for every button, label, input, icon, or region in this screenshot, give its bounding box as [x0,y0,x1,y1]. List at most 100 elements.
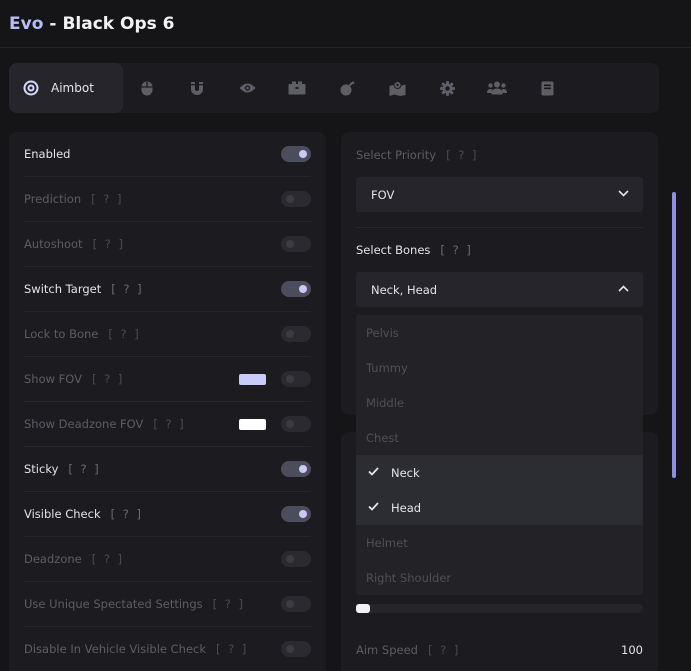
help-hint[interactable]: [ ? ] [428,643,460,657]
deadzone-toggle[interactable] [281,551,311,567]
tab-aimbot-label: Aimbot [51,81,94,95]
bone-option[interactable]: Tummy [356,350,643,385]
help-hint[interactable]: [ ? ] [91,192,123,206]
show-fov-toggle[interactable] [281,371,311,387]
setting-row-visible-check: Visible Check[ ? ] [24,492,311,537]
show-deadzone-fov-toggle[interactable] [281,416,311,432]
setting-row-show-deadzone-fov: Show Deadzone FOV[ ? ] [24,402,311,447]
bone-option[interactable]: Pelvis [356,315,643,350]
game-title: Black Ops 6 [62,14,175,34]
tab-explosives[interactable] [335,63,359,113]
help-hint[interactable]: [ ? ] [108,327,140,341]
help-hint[interactable]: [ ? ] [213,597,245,611]
aim-speed-label: Aim Speed[ ? ] [356,643,461,657]
setting-label: Enabled [24,147,71,161]
setting-label: Use Unique Spectated Settings[ ? ] [24,597,246,611]
check-icon [368,502,379,511]
setting-label: Deadzone[ ? ] [24,552,125,566]
help-hint[interactable]: [ ? ] [111,282,143,296]
setting-row-prediction: Prediction[ ? ] [24,177,311,222]
title-bar: Evo - Black Ops 6 [0,0,691,48]
eye-icon [239,83,255,93]
brand-name: Evo [9,14,44,34]
help-hint[interactable]: [ ? ] [111,507,143,521]
bones-value: Neck, Head [371,283,438,297]
tab-aimbot[interactable]: Aimbot [9,63,123,113]
bone-option-selected[interactable]: Neck [356,455,643,490]
setting-row-lock-to-bone: Lock to Bone[ ? ] [24,312,311,357]
help-hint[interactable]: [ ? ] [446,148,478,162]
slider-thumb[interactable] [356,604,370,613]
autoshoot-toggle[interactable] [281,236,311,252]
target-icon [23,80,39,96]
vehicle-visible-check-toggle[interactable] [281,641,311,657]
users-icon [487,81,507,95]
tab-radar[interactable] [385,63,409,113]
setting-label: Show Deadzone FOV[ ? ] [24,417,186,431]
help-hint[interactable]: [ ? ] [68,462,100,476]
setting-row-unique-spectated: Use Unique Spectated Settings[ ? ] [24,582,311,627]
help-hint[interactable]: [ ? ] [93,237,125,251]
chevron-down-icon [618,190,629,197]
help-hint[interactable]: [ ? ] [92,372,124,386]
help-hint[interactable]: [ ? ] [153,417,185,431]
setting-row-autoshoot: Autoshoot[ ? ] [24,222,311,267]
bones-label: Select Bones[ ? ] [356,243,473,257]
tab-mouse[interactable] [135,63,159,113]
deadzone-color-swatch[interactable] [239,419,266,430]
enabled-toggle[interactable] [281,146,311,162]
tab-players[interactable] [485,63,509,113]
gear-icon [439,80,455,96]
priority-label: Select Priority[ ? ] [356,148,479,162]
setting-label: Visible Check[ ? ] [24,507,143,521]
setting-row-deadzone: Deadzone[ ? ] [24,537,311,582]
priority-value: FOV [371,188,395,202]
setting-label: Lock to Bone[ ? ] [24,327,141,341]
prediction-toggle[interactable] [281,191,311,207]
setting-row-enabled: Enabled [24,132,311,177]
bomb-icon [340,81,354,95]
tab-config[interactable] [535,63,559,113]
aimbot-settings-panel: Enabled Prediction[ ? ] Autoshoot[ ? ] S… [9,132,326,671]
app-window: Evo - Black Ops 6 Aimbot Enabled Predict… [0,0,691,671]
unique-spectated-toggle[interactable] [281,596,311,612]
tab-magnet[interactable] [185,63,209,113]
tab-visuals[interactable] [235,63,259,113]
fov-slider[interactable] [356,604,643,613]
book-icon [541,81,553,95]
setting-label: Switch Target[ ? ] [24,282,144,296]
magnet-icon [191,81,203,95]
setting-label: Show FOV[ ? ] [24,372,125,386]
bone-option[interactable]: Helmet [356,525,643,560]
sticky-toggle[interactable] [281,461,311,477]
setting-row-vehicle-visible-check: Disable In Vehicle Visible Check[ ? ] [24,627,311,671]
bone-option[interactable]: Middle [356,385,643,420]
tab-settings[interactable] [435,63,459,113]
setting-label: Prediction[ ? ] [24,192,124,206]
check-icon [368,467,379,476]
setting-label: Autoshoot[ ? ] [24,237,125,251]
mouse-icon [141,81,153,95]
lock-to-bone-toggle[interactable] [281,326,311,342]
priority-select[interactable]: FOV [356,177,643,212]
switch-target-toggle[interactable] [281,281,311,297]
app-title: Evo - Black Ops 6 [9,14,174,34]
tab-items[interactable] [285,63,309,113]
divider [356,227,643,228]
bone-option[interactable]: Chest [356,420,643,455]
scrollbar[interactable] [672,192,676,478]
setting-label: Sticky[ ? ] [24,462,101,476]
visible-check-toggle[interactable] [281,506,311,522]
help-hint[interactable]: [ ? ] [92,552,124,566]
bone-option-selected[interactable]: Head [356,490,643,525]
chevron-up-icon [618,285,629,292]
help-hint[interactable]: [ ? ] [216,642,248,656]
fov-color-swatch[interactable] [239,374,266,385]
setting-row-sticky: Sticky[ ? ] [24,447,311,492]
bones-select[interactable]: Neck, Head [356,272,643,307]
title-separator: - [49,14,57,34]
bones-dropdown: Pelvis Tummy Middle Chest Neck Head Helm… [356,315,643,595]
bone-option[interactable]: Right Shoulder [356,560,643,595]
help-hint[interactable]: [ ? ] [440,243,472,257]
tab-bar: Aimbot [9,63,659,113]
